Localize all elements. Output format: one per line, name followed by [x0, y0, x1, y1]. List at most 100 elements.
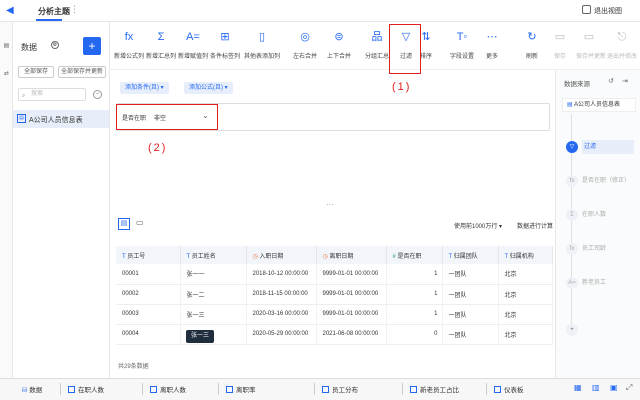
table-cell[interactable]: 9999-01-01 00:00:00 [316, 284, 387, 305]
add-chart-icon[interactable]: ▥ [592, 383, 600, 392]
save-all-update-button[interactable]: 全部保存并更新 [58, 66, 106, 78]
source-item[interactable]: ▤ A公司人员信息表 [562, 98, 636, 112]
column-header[interactable]: T 员工号 [116, 246, 181, 264]
search-input[interactable]: ⌕ 搜索 [18, 88, 86, 101]
collapse-panel-icon[interactable]: ⇥ [622, 77, 628, 85]
grid-view-icon[interactable]: ▤ [118, 218, 130, 230]
table-cell[interactable]: 北京 [498, 284, 553, 305]
column-header[interactable]: ◷ 离职日期 [316, 246, 387, 264]
group-summary-button[interactable]: 品分组汇总 [362, 30, 392, 66]
tab-sheet[interactable]: 员工分布 [322, 384, 358, 394]
condition-tag-column-button[interactable]: ⊞ 条件标签列 [210, 30, 240, 66]
save-all-button[interactable]: 全部保存 [18, 66, 54, 78]
step-item[interactable]: 新老员工 [582, 276, 606, 290]
table-cell[interactable]: 北京 [498, 304, 553, 325]
table-cell[interactable]: 一团队 [442, 264, 499, 285]
other-table-add-column-button[interactable]: ▯ 其他表添加列 [242, 30, 282, 66]
exit-view-button[interactable]: 退出视图 [594, 6, 622, 16]
history-icon[interactable]: ↺ [608, 77, 614, 85]
list-item-table[interactable]: ▤ A公司人员信息表 [13, 110, 109, 128]
add-step-icon[interactable]: + [566, 324, 578, 336]
more-icon[interactable]: ⋮ [70, 4, 79, 15]
table-cell[interactable]: 2020-03-16 00:00:00 [246, 304, 317, 325]
field-settings-button[interactable]: T◦ 字段设置 [448, 30, 476, 66]
sheet-icon [226, 386, 233, 393]
table-cell[interactable]: 1 [386, 284, 443, 305]
table-cell[interactable]: 2018-10-12 00:00:00 [246, 264, 317, 285]
add-formula-button[interactable]: 添加公式(且) ▾ [184, 82, 233, 94]
merge-left-right-button[interactable]: ◎ 左右合并 [290, 30, 320, 66]
save-update-button[interactable]: ▭ 保存并更新 [576, 30, 606, 66]
column-header[interactable]: T 归属机构 [498, 246, 553, 264]
resize-handle[interactable]: ⋯ [110, 200, 550, 210]
table-cell[interactable]: 2018-11-15 00:00:00 [246, 284, 317, 305]
tab-divider [402, 383, 403, 395]
column-header[interactable]: T 归属团队 [442, 246, 499, 264]
table-view-icon[interactable]: ▭ [136, 218, 146, 230]
table-cell[interactable]: 北京 [498, 324, 553, 345]
table-cell[interactable]: 张一一 [180, 264, 247, 285]
column-header-label: 是否在职 [397, 253, 422, 260]
tab-sheet[interactable]: 新老员工占比 [410, 384, 459, 394]
tab-sheet[interactable]: 离职率 [226, 384, 256, 394]
exit-view-icon[interactable] [582, 5, 591, 14]
add-dashboard-icon[interactable]: ▣ [610, 383, 618, 392]
data-update-link[interactable]: 数据进行计算 [517, 221, 553, 230]
chevron-down-icon[interactable]: ⌄ [202, 111, 209, 120]
switch-icon[interactable]: ⇄ [2, 70, 11, 79]
other-table-add-column-icon: ▯ [258, 31, 266, 43]
refresh-button[interactable]: ↻ 刷新 [522, 30, 542, 66]
column-header[interactable]: ◷ 入职日期 [246, 246, 317, 264]
condition-operator[interactable]: 非空 [154, 113, 166, 122]
table-cell[interactable]: 一团队 [442, 304, 499, 325]
step-item[interactable]: 员工司龄 [582, 242, 606, 256]
table-row[interactable]: 00002 张一二 2018-11-15 00:00:00 9999-01-01 00… [116, 284, 553, 305]
table-row[interactable]: 00001 张一一 2018-10-12 00:00:00 9999-01-01 00… [116, 264, 553, 285]
row-limit-select[interactable]: 前1000万行 ▾ [466, 221, 502, 230]
table-cell[interactable]: 00001 [116, 264, 181, 285]
table-cell[interactable]: 0 [386, 324, 443, 345]
tab-data[interactable]: ⛁ 数据 [22, 384, 42, 394]
column-header[interactable]: T 员工姓名 [180, 246, 247, 264]
column-header[interactable]: # 是否在职 [386, 246, 443, 264]
merge-up-down-button[interactable]: ⊜ 上下合并 [322, 30, 356, 66]
collapse-icon[interactable]: − [93, 90, 102, 99]
table-icon: ▤ [17, 114, 26, 123]
table-row[interactable]: 00003 张一三 2020-03-16 00:00:00 9999-01-01 00… [116, 304, 553, 325]
add-table-icon[interactable]: ▦ [574, 383, 582, 392]
table-cell[interactable]: 张一三 [180, 304, 247, 325]
table-cell[interactable]: 1 [386, 304, 443, 325]
exit-modify-button[interactable]: ⎋ 退出并修改 [606, 30, 638, 66]
add-summary-column-label: 新增汇总列 [146, 54, 177, 60]
table-cell[interactable]: 张一二 [180, 284, 247, 305]
table-row[interactable]: 00004张一四2020-05-29 00:00:002021-06-08 00… [116, 324, 553, 345]
back-icon[interactable]: ◀ [6, 5, 18, 17]
save-button[interactable]: ▭ 保存 [550, 30, 570, 66]
settings-icon[interactable]: ⚙ [51, 41, 59, 49]
tab-sheet[interactable]: 在职人数 [68, 384, 104, 394]
more-button[interactable]: ⋯ 更多 [482, 30, 502, 66]
table-cell[interactable]: 2020-05-29 00:00:00 [246, 324, 317, 345]
table-cell[interactable]: 9999-01-01 00:00:00 [316, 304, 387, 325]
table-cell[interactable]: 00004 [116, 324, 181, 345]
add-assign-column-button[interactable]: A= 新增赋值列 [178, 30, 208, 66]
step-item[interactable]: 过滤 [582, 140, 634, 154]
add-data-button[interactable]: + [83, 37, 101, 55]
add-formula-column-button[interactable]: fx 新增公式列 [114, 30, 144, 66]
table-cell[interactable]: 9999-01-01 00:00:00 [316, 264, 387, 285]
tab-sheet[interactable]: 离职人数 [150, 384, 186, 394]
table-cell[interactable]: 北京 [498, 264, 553, 285]
fullscreen-icon[interactable]: ⤢ [626, 383, 632, 393]
table-cell[interactable]: 00003 [116, 304, 181, 325]
table-cell[interactable]: 一团队 [442, 324, 499, 345]
table-cell[interactable]: 00002 [116, 284, 181, 305]
data-icon[interactable]: ▤ [2, 42, 11, 51]
table-cell[interactable]: 一团队 [442, 284, 499, 305]
step-item[interactable]: 在职人数 [582, 208, 606, 222]
step-item[interactable]: 是否在职（修正） [582, 174, 630, 188]
add-condition-button[interactable]: 添加条件(且) ▾ [120, 82, 169, 94]
add-summary-column-button[interactable]: Σ 新增汇总列 [146, 30, 176, 66]
tab-sheet[interactable]: 仪表板 [494, 384, 524, 394]
table-cell[interactable]: 2021-06-08 00:00:00 [316, 324, 387, 345]
table-cell[interactable]: 1 [386, 264, 443, 285]
